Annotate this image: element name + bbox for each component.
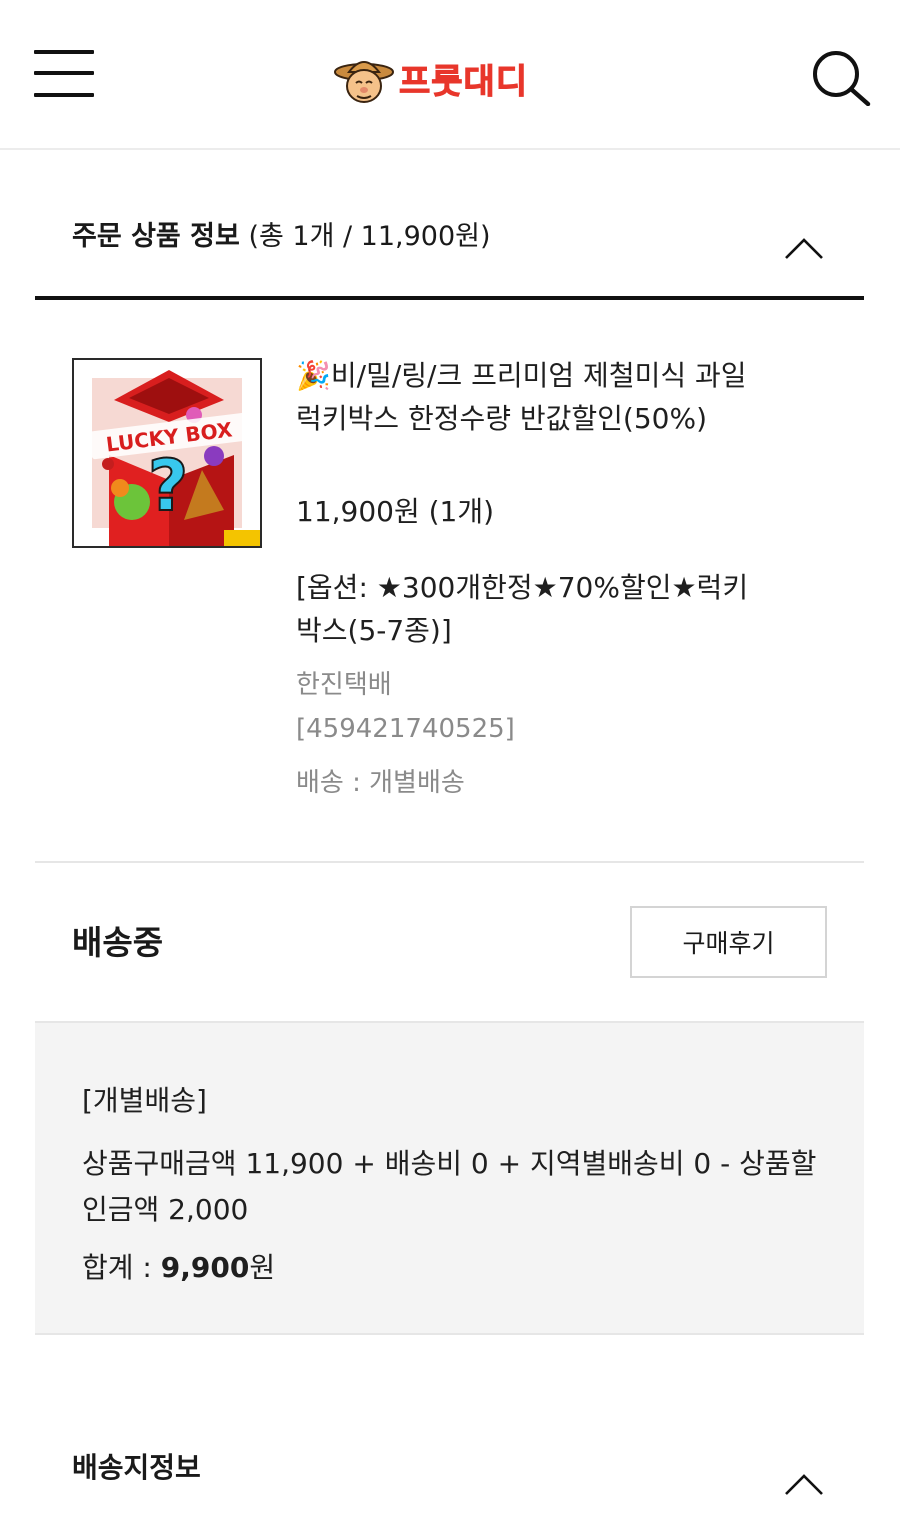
divider — [35, 861, 864, 863]
logo-text: 프룻대디 — [398, 61, 529, 102]
delivery-method: 배송 : 개별배송 — [296, 768, 465, 798]
svg-text:?: ? — [148, 445, 189, 527]
chevron-up-icon[interactable] — [784, 1472, 824, 1496]
tracking-number[interactable]: [459421740525] — [296, 714, 515, 744]
order-info-summary: (총 1개 / 11,900원) — [248, 221, 491, 252]
lucky-box-image: LUCKY BOX ? — [89, 370, 260, 546]
product-thumbnail[interactable]: LUCKY BOX ? — [72, 358, 262, 548]
total-label: 합계 : — [82, 1251, 161, 1284]
product-name[interactable]: 🎉비/밀/링/크 프리미엄 제철미식 과일 럭키박스 한정수량 반값할인(50%… — [296, 354, 766, 440]
section-divider — [35, 296, 864, 300]
product-option: [옵션: ★300개한정★70%할인★럭키박스(5-7종)] — [296, 571, 749, 647]
write-review-button[interactable]: 구매후기 — [630, 906, 827, 978]
search-icon[interactable] — [810, 48, 872, 106]
order-total: 합계 : 9,900원 — [82, 1246, 275, 1286]
party-popper-icon: 🎉 — [296, 359, 331, 392]
delivery-type: [개별배송] — [82, 1084, 207, 1117]
price-calculation: 상품구매금액 11,900 + 배송비 0 + 지역별배송비 0 - 상품할인금… — [82, 1147, 817, 1226]
app-header: 프룻대디 — [0, 0, 900, 150]
hamburger-menu-icon[interactable] — [34, 50, 94, 98]
delivery-status: 배송중 — [72, 923, 164, 962]
shipping-info-title[interactable]: 배송지정보 — [72, 1446, 201, 1486]
chevron-up-icon[interactable] — [784, 236, 824, 260]
order-info-title: 주문 상품 정보 — [72, 221, 240, 252]
courier-name: 한진택배 — [296, 670, 392, 700]
product-name-text: 비/밀/링/크 프리미엄 제철미식 과일 럭키박스 한정수량 반값할인(50%) — [296, 359, 747, 435]
brand-logo[interactable]: 프룻대디 — [333, 52, 573, 104]
order-info-heading[interactable]: 주문 상품 정보 (총 1개 / 11,900원) — [72, 214, 491, 253]
delivery-summary-box: [개별배송] 상품구매금액 11,900 + 배송비 0 + 지역별배송비 0 … — [35, 1023, 864, 1335]
product-price: 11,900원 (1개) — [296, 495, 495, 528]
farmer-mascot-icon — [334, 61, 394, 103]
total-unit: 원 — [249, 1251, 276, 1284]
total-value: 9,900 — [160, 1251, 250, 1284]
